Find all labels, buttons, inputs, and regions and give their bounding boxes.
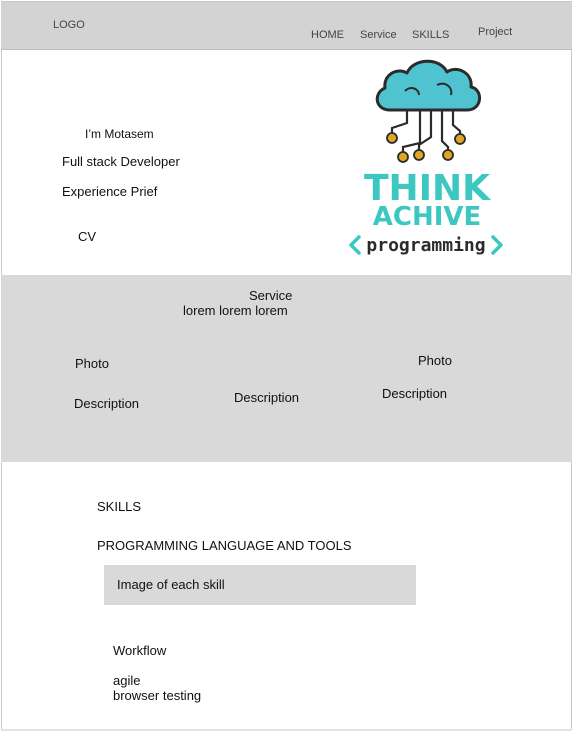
service-description-left: Description (74, 396, 140, 411)
hero-role: Full stack Developer (62, 154, 180, 169)
service-photo-right: Photo (418, 353, 452, 368)
nav-home-link[interactable]: HOME (311, 29, 344, 41)
service-description-right: Description (382, 386, 448, 401)
logo-text[interactable]: LOGO (53, 19, 85, 31)
cv-link[interactable]: CV (78, 229, 96, 244)
brand-logo: THINK ACHIVE programming (349, 59, 503, 256)
service-description-middle: Description (234, 390, 300, 405)
cloud-circuit-icon (375, 59, 481, 163)
brand-line-programming: programming (366, 235, 485, 256)
skills-title: SKILLS (97, 499, 142, 514)
nav-project-link[interactable]: Project (478, 26, 512, 38)
service-photo-left: Photo (75, 356, 109, 371)
skills-subtitle: PROGRAMMING LANGUAGE AND TOOLS (97, 538, 352, 553)
workflow-item: browser testing (113, 688, 202, 703)
hero-experience: Experience Prief (62, 184, 158, 199)
bottom-divider (1, 729, 572, 731)
nav-service-link[interactable]: Service (360, 29, 397, 41)
hero-greeting: I’m Motasem (85, 127, 154, 141)
right-chevron-icon (491, 235, 503, 255)
left-chevron-icon (349, 235, 361, 255)
workflow-item: agile (113, 673, 141, 688)
nav-skills-link[interactable]: SKILLS (412, 29, 449, 41)
service-subtitle: lorem lorem lorem (183, 303, 288, 318)
brand-line-achive: ACHIVE (373, 202, 482, 232)
workflow-title: Workflow (113, 643, 167, 658)
service-title: Service (249, 288, 293, 303)
skill-image-label: Image of each skill (117, 577, 225, 592)
